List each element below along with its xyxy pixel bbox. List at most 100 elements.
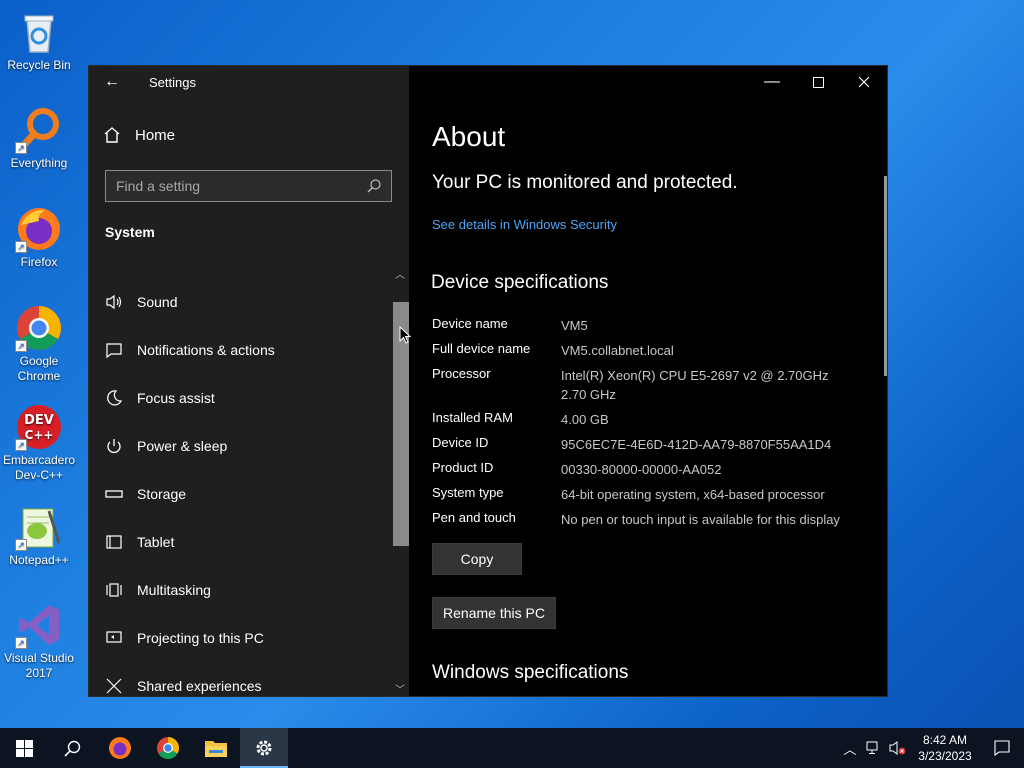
spec-key: Processor: [432, 366, 491, 381]
app-title: Settings: [149, 74, 196, 90]
clock[interactable]: 8:42 AM 3/23/2023: [910, 732, 980, 764]
sidebar-item-power-sleep[interactable]: Power & sleep: [89, 422, 394, 470]
sidebar-item-shared-experiences[interactable]: Shared experiences: [89, 662, 394, 710]
volume-button[interactable]: [886, 728, 910, 768]
desktop-icon-firefox[interactable]: ↗ Firefox: [2, 205, 76, 270]
back-button[interactable]: ←: [89, 66, 135, 98]
devcpp-icon: DEV C++ ↗: [15, 403, 63, 451]
multitasking-icon: [105, 581, 123, 599]
content-pane: — About Your PC is monitored and protect…: [409, 66, 887, 696]
search-icon: [367, 179, 381, 193]
spec-row: Full device name VM5.collabnet.local: [432, 341, 871, 360]
taskbar-firefox[interactable]: [96, 728, 144, 768]
sidebar-item-label: Shared experiences: [137, 678, 262, 694]
titlebar: ← Settings: [89, 66, 409, 98]
desktop-icon-everything[interactable]: ↗ Everything: [2, 106, 76, 171]
nav-pane: ← Settings Home Find a setting System So…: [89, 66, 409, 696]
content-scrollbar[interactable]: [884, 176, 887, 376]
scroll-down-icon[interactable]: ﹀: [395, 681, 405, 696]
sidebar-item-projecting[interactable]: Projecting to this PC: [89, 614, 394, 662]
spec-key: Device name: [432, 316, 508, 331]
network-button[interactable]: [862, 728, 886, 768]
windows-specs-heading: Windows specifications: [432, 662, 629, 683]
chrome-icon: ↗: [15, 304, 63, 352]
desktop-icon-recycle-bin[interactable]: Recycle Bin: [2, 8, 76, 73]
desktop-icon-label: Recycle Bin: [7, 58, 71, 72]
sidebar-item-label: Sound: [137, 294, 178, 310]
rename-pc-button[interactable]: Rename this PC: [432, 597, 556, 629]
desktop-icon-label: Google Chrome: [17, 354, 61, 383]
spec-row: System type 64-bit operating system, x64…: [432, 485, 871, 504]
taskbar-search-button[interactable]: [48, 728, 96, 768]
scroll-up-icon[interactable]: ︿: [395, 266, 405, 281]
windows-logo-icon: [15, 739, 33, 757]
minimize-button[interactable]: —: [749, 66, 795, 98]
nav-home-label: Home: [135, 126, 176, 144]
sidebar-item-label: Focus assist: [137, 390, 215, 406]
desktop-icon-devcpp[interactable]: DEV C++ ↗ Embarcadero Dev-C++: [2, 403, 76, 483]
sidebar-item-multitasking[interactable]: Multitasking: [89, 566, 394, 614]
sidebar-item-storage[interactable]: Storage: [89, 470, 394, 518]
volume-muted-icon: [889, 741, 906, 755]
close-icon: [858, 76, 870, 88]
desktop-icon-label: Notepad++: [9, 553, 69, 567]
taskbar-file-explorer[interactable]: [192, 728, 240, 768]
maximize-button[interactable]: [795, 66, 841, 98]
nav-home[interactable]: Home: [103, 126, 175, 144]
show-hidden-icons-button[interactable]: ︿: [838, 728, 862, 768]
gear-icon: [256, 740, 272, 756]
spec-row: Product ID 00330-80000-00000-AA052: [432, 460, 871, 479]
sidebar-item-label: Tablet: [137, 534, 175, 550]
search-input[interactable]: Find a setting: [105, 170, 392, 202]
security-details-link[interactable]: See details in Windows Security: [432, 217, 617, 232]
spec-key: Product ID: [432, 460, 494, 475]
spec-row: Installed RAM 4.00 GB: [432, 410, 871, 429]
spec-table: Device name VM5 Full device name VM5.col…: [432, 316, 871, 535]
sidebar-item-label: Notifications & actions: [137, 342, 275, 358]
sidebar-item-focus-assist[interactable]: Focus assist: [89, 374, 394, 422]
close-button[interactable]: [841, 66, 887, 98]
desktop-icon-visual-studio[interactable]: ↗ Visual Studio 2017: [2, 601, 76, 681]
svg-text:DEV: DEV: [24, 413, 54, 428]
spec-value: 64-bit operating system, x64-based proce…: [561, 487, 825, 502]
taskbar-chrome[interactable]: [144, 728, 192, 768]
spec-key: System type: [432, 485, 504, 500]
chevron-up-icon: ︿: [843, 741, 857, 757]
start-button[interactable]: [0, 728, 48, 768]
spec-row: Device ID 95C6EC7E-4E6D-412D-AA79-8870F5…: [432, 435, 871, 454]
sidebar-item-label: Power & sleep: [137, 438, 228, 454]
sidebar-item-label: Multitasking: [137, 582, 211, 598]
sidebar-item-notifications[interactable]: Notifications & actions: [89, 326, 394, 374]
taskbar-settings[interactable]: [240, 728, 288, 768]
desktop-icon-notepadpp[interactable]: ↗ Notepad++: [2, 503, 76, 568]
search-icon: [63, 740, 80, 757]
copy-button[interactable]: Copy: [432, 543, 522, 575]
spec-key: Device ID: [432, 435, 489, 450]
desktop-icon-chrome[interactable]: ↗ Google Chrome: [2, 304, 76, 384]
tablet-icon: [105, 533, 123, 551]
action-center-button[interactable]: [980, 728, 1024, 768]
settings-window: ← Settings Home Find a setting System So…: [88, 65, 888, 697]
back-arrow-icon: ←: [104, 73, 120, 90]
notification-icon: [105, 341, 123, 359]
shortcut-arrow-icon: ↗: [15, 340, 27, 352]
power-icon: [105, 437, 123, 455]
desktop-icon-label: Firefox: [20, 255, 58, 269]
spec-key: Full device name: [432, 341, 531, 356]
clock-date: 3/23/2023: [918, 749, 972, 763]
network-icon: [866, 741, 878, 754]
everything-search-icon: ↗: [15, 106, 63, 154]
desktop-icon-label: Embarcadero Dev-C++: [2, 453, 76, 482]
protection-status: Your PC is monitored and protected.: [432, 172, 738, 193]
system-tray: ︿ 8:42 AM 3/23/2023: [838, 728, 1024, 768]
spec-value: 95C6EC7E-4E6D-412D-AA79-8870F55AA1D4: [561, 437, 832, 452]
sidebar-item-sound[interactable]: Sound: [89, 278, 394, 326]
firefox-icon: [109, 737, 131, 759]
maximize-icon: [812, 76, 824, 88]
notification-icon: [994, 740, 1010, 756]
chrome-icon: [157, 737, 179, 759]
folder-icon: [205, 741, 227, 757]
spec-value: VM5.collabnet.local: [561, 343, 674, 358]
minimize-icon: —: [764, 73, 780, 90]
sidebar-item-tablet[interactable]: Tablet: [89, 518, 394, 566]
